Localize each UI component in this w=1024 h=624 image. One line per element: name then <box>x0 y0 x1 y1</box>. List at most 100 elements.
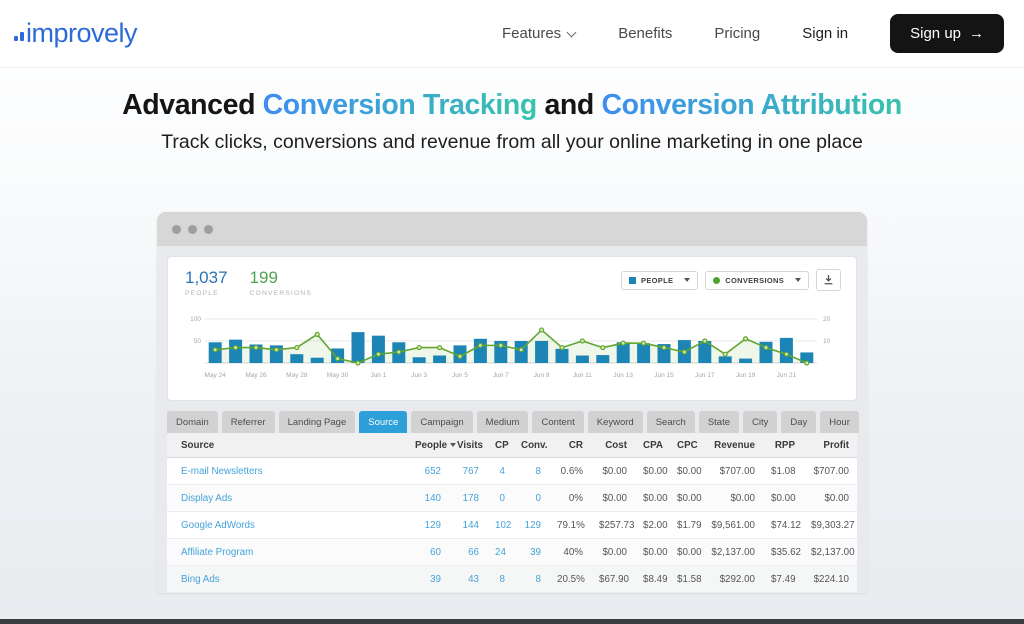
nav-item-benefits[interactable]: Benefits <box>618 25 672 42</box>
bar-people <box>433 355 446 362</box>
line-point <box>397 350 401 354</box>
value-cell: 20.5% <box>549 565 591 592</box>
table-row: Display Ads140178000%$0.00$0.00$0.00$0.0… <box>167 484 857 511</box>
window-dot-icon <box>188 225 197 234</box>
value-cell: $2.00 <box>635 511 669 538</box>
line-area-fill <box>215 330 807 363</box>
value-cell: 652 <box>407 457 449 484</box>
traffic-chart: 100502010May 24May 26May 28May 30Jun 1Ju… <box>183 303 841 394</box>
sign-in-link[interactable]: Sign in <box>802 25 848 42</box>
page-subtitle: Track clicks, conversions and revenue fr… <box>0 131 1024 154</box>
x-axis-tick: May 28 <box>286 372 308 379</box>
line-point <box>499 343 503 347</box>
bar-people <box>311 357 324 362</box>
value-cell: 102 <box>487 511 513 538</box>
bar-people <box>739 358 752 362</box>
report-tabs: DomainReferrerLanding PageSourceCampaign… <box>167 411 857 433</box>
value-cell: $35.62 <box>763 538 803 565</box>
value-cell: 39 <box>407 565 449 592</box>
bar-line-chart: 100502010May 24May 26May 28May 30Jun 1Ju… <box>183 303 843 389</box>
value-cell: $257.73 <box>591 511 635 538</box>
line-point <box>417 345 421 349</box>
stat-label: PEOPLE <box>185 290 228 297</box>
stat-label: CONVERSIONS <box>250 290 312 297</box>
caret-down-icon <box>684 278 690 282</box>
value-cell: 43 <box>449 565 487 592</box>
value-cell: $0.00 <box>763 484 803 511</box>
line-point <box>458 354 462 358</box>
value-cell: $0.00 <box>669 457 703 484</box>
col-header-rpp: RPP <box>763 433 803 458</box>
nav-item-features[interactable]: Features <box>502 25 576 42</box>
value-cell: 60 <box>407 538 449 565</box>
line-point <box>315 332 319 336</box>
col-header-source: Source <box>167 433 407 458</box>
chart-card: 1,037PEOPLE199CONVERSIONS PEOPLECONVERSI… <box>167 256 857 401</box>
value-cell: 0.6% <box>549 457 591 484</box>
sign-up-button[interactable]: Sign up → <box>890 14 1004 53</box>
chart-controls: PEOPLECONVERSIONS <box>621 269 841 291</box>
window-dot-icon <box>204 225 213 234</box>
line-point <box>234 345 238 349</box>
line-point <box>621 341 625 345</box>
line-point <box>805 361 809 365</box>
value-cell: $292.00 <box>703 565 763 592</box>
value-cell: $8.49 <box>635 565 669 592</box>
series-select-label: CONVERSIONS <box>725 276 784 285</box>
value-cell: $74.12 <box>763 511 803 538</box>
source-link-cell: E-mail Newsletters <box>167 457 407 484</box>
value-cell: 140 <box>407 484 449 511</box>
line-point <box>744 336 748 340</box>
value-cell: $224.10 <box>803 565 857 592</box>
nav-item-label: Features <box>502 25 561 42</box>
improvely-logo[interactable]: improvely <box>14 20 137 47</box>
line-point <box>295 345 299 349</box>
table-row: Affiliate Program6066243940%$0.00$0.00$0… <box>167 538 857 565</box>
hero-section: Advanced Conversion Tracking and Convers… <box>0 68 1024 154</box>
value-cell: 8 <box>513 457 549 484</box>
col-header-people: People <box>407 433 449 458</box>
x-axis-tick: Jun 1 <box>370 372 386 379</box>
bar-people <box>290 354 303 363</box>
stat-conversions: 199 CONVERSIONS <box>250 269 312 297</box>
nav-item-pricing[interactable]: Pricing <box>714 25 760 42</box>
tab-medium: Medium <box>477 411 529 433</box>
bar-people <box>372 335 385 362</box>
tab-city: City <box>743 411 777 433</box>
x-axis-tick: Jun 11 <box>573 372 592 379</box>
left-axis-tick: 100 <box>190 316 201 323</box>
value-cell: 0 <box>487 484 513 511</box>
col-header-profit: Profit <box>803 433 857 458</box>
value-cell: 4 <box>487 457 513 484</box>
table-row: E-mail Newsletters652767480.6%$0.00$0.00… <box>167 457 857 484</box>
tab-keyword: Keyword <box>588 411 643 433</box>
x-axis-tick: Jun 9 <box>534 372 550 379</box>
value-cell: 129 <box>407 511 449 538</box>
value-cell: $0.00 <box>803 484 857 511</box>
stat-value: 199 <box>250 269 312 288</box>
sort-caret-icon <box>450 443 456 447</box>
tab-search: Search <box>647 411 695 433</box>
source-link-cell: Display Ads <box>167 484 407 511</box>
value-cell: 8 <box>513 565 549 592</box>
line-point <box>560 345 564 349</box>
value-cell: 144 <box>449 511 487 538</box>
value-cell: $0.00 <box>635 484 669 511</box>
chevron-down-icon <box>567 27 576 36</box>
source-link-cell: Bing Ads <box>167 565 407 592</box>
line-point <box>336 356 340 360</box>
col-header-cpc: CPC <box>669 433 703 458</box>
value-cell: $0.00 <box>591 538 635 565</box>
dashboard-screenshot: 1,037PEOPLE199CONVERSIONS PEOPLECONVERSI… <box>157 212 867 593</box>
x-axis-tick: Jun 17 <box>695 372 715 379</box>
bar-chart-logo-icon <box>14 32 24 47</box>
value-cell: $1.58 <box>669 565 703 592</box>
tab-campaign: Campaign <box>411 411 472 433</box>
download-icon <box>823 274 834 285</box>
caret-down-icon <box>795 278 801 282</box>
x-axis-tick: Jun 13 <box>613 372 633 379</box>
value-cell: $0.00 <box>635 457 669 484</box>
series-swatch-icon <box>629 277 636 284</box>
x-axis-tick: May 26 <box>245 372 267 379</box>
series-select-conversions: CONVERSIONS <box>705 271 809 290</box>
